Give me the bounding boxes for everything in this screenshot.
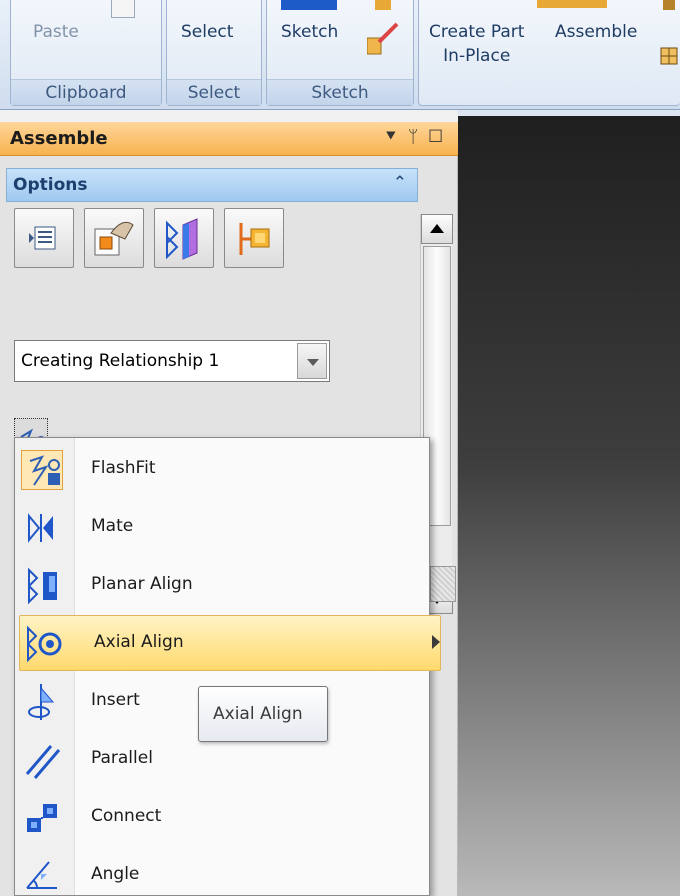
sketch-tools-icon[interactable] <box>367 0 403 62</box>
options-header[interactable]: Options ⌃ <box>6 168 418 202</box>
chevron-down-icon[interactable] <box>297 343 327 379</box>
select-button[interactable]: Select <box>181 20 233 44</box>
assemble-button[interactable]: Assemble <box>555 20 637 44</box>
sketch-icon <box>281 0 337 10</box>
select-group: Select Select <box>166 0 262 106</box>
flashfit-icon <box>21 450 63 490</box>
angle-icon <box>21 856 63 896</box>
menu-item-label: Connect <box>91 806 162 826</box>
extra-tool-icon[interactable] <box>659 0 680 70</box>
relationship-type-menu: FlashFit Mate Planar Align Axial Align I… <box>14 437 441 896</box>
relationship-select[interactable]: Creating Relationship 1 <box>14 340 330 382</box>
panel-title-bar: Assemble ⯆ ᛘ ☐ <box>0 122 458 156</box>
list-icon <box>29 226 56 250</box>
collapse-icon[interactable]: ⌃ <box>393 173 407 193</box>
tooltip-text: Axial Align <box>213 704 303 724</box>
clipboard-group: Paste Clipboard <box>10 0 162 106</box>
menu-item-label: Planar Align <box>91 574 193 594</box>
planar-align-tool-button[interactable] <box>154 208 214 268</box>
planar-align-tool-icon <box>166 218 198 260</box>
panel-dropdown-icon[interactable]: ⯆ <box>384 127 398 147</box>
place-part-icon <box>94 221 134 256</box>
drop-part-button[interactable] <box>224 208 284 268</box>
menu-item-label: Insert <box>91 690 140 710</box>
sketch-button[interactable]: Sketch <box>281 20 338 44</box>
tooltip: Axial Align <box>198 686 328 742</box>
create-part-label-line2: In-Place <box>443 46 511 66</box>
menu-item-label: Mate <box>91 516 134 536</box>
3d-viewport[interactable] <box>458 116 680 896</box>
menu-item-label: FlashFit <box>91 458 156 478</box>
paste-button[interactable]: Paste <box>33 20 79 44</box>
menu-item-axial-align[interactable]: Axial Align <box>19 615 441 671</box>
assemble-group: Create Part In-Place Assemble <box>418 0 680 106</box>
insert-icon <box>21 682 63 722</box>
scroll-up-icon <box>430 224 444 233</box>
panel-pin-icon[interactable]: ᛘ <box>408 127 418 147</box>
clipboard-group-label: Clipboard <box>11 79 161 105</box>
place-part-button[interactable] <box>84 208 144 268</box>
assemble-top-icon <box>537 0 607 8</box>
select-group-label: Select <box>167 79 261 105</box>
feature-list-button[interactable] <box>14 208 74 268</box>
axial-align-icon <box>22 624 64 664</box>
create-part-in-place-button[interactable]: Create Part In-Place <box>429 20 524 68</box>
menu-item-flashfit[interactable]: FlashFit <box>17 442 427 498</box>
menu-item-angle[interactable]: Angle <box>17 848 427 896</box>
menu-item-label: Parallel <box>91 748 153 768</box>
mate-icon <box>21 508 63 548</box>
sketch-group-label: Sketch <box>267 79 413 105</box>
parallel-icon <box>21 740 63 780</box>
options-title: Options <box>13 175 88 195</box>
ribbon: Paste Clipboard Select Select Sketch Ske… <box>0 0 680 110</box>
panel-maximize-icon[interactable]: ☐ <box>428 127 443 147</box>
connect-icon <box>21 798 63 838</box>
chevron-right-icon <box>432 635 440 649</box>
panel-edge <box>430 566 456 602</box>
create-part-label-line1: Create Part <box>429 22 525 42</box>
panel-title: Assemble <box>10 128 108 149</box>
menu-item-label: Angle <box>91 864 140 884</box>
scroll-up-button[interactable] <box>421 214 453 244</box>
relationship-select-value: Creating Relationship 1 <box>21 351 220 371</box>
menu-item-planar-align[interactable]: Planar Align <box>17 558 427 614</box>
copy-icon[interactable] <box>111 0 135 18</box>
sketch-group: Sketch Sketch <box>266 0 414 106</box>
menu-item-label: Axial Align <box>94 632 184 652</box>
menu-item-connect[interactable]: Connect <box>17 790 427 846</box>
drop-part-icon <box>239 223 270 255</box>
planar-align-icon <box>21 566 63 606</box>
menu-item-mate[interactable]: Mate <box>17 500 427 556</box>
